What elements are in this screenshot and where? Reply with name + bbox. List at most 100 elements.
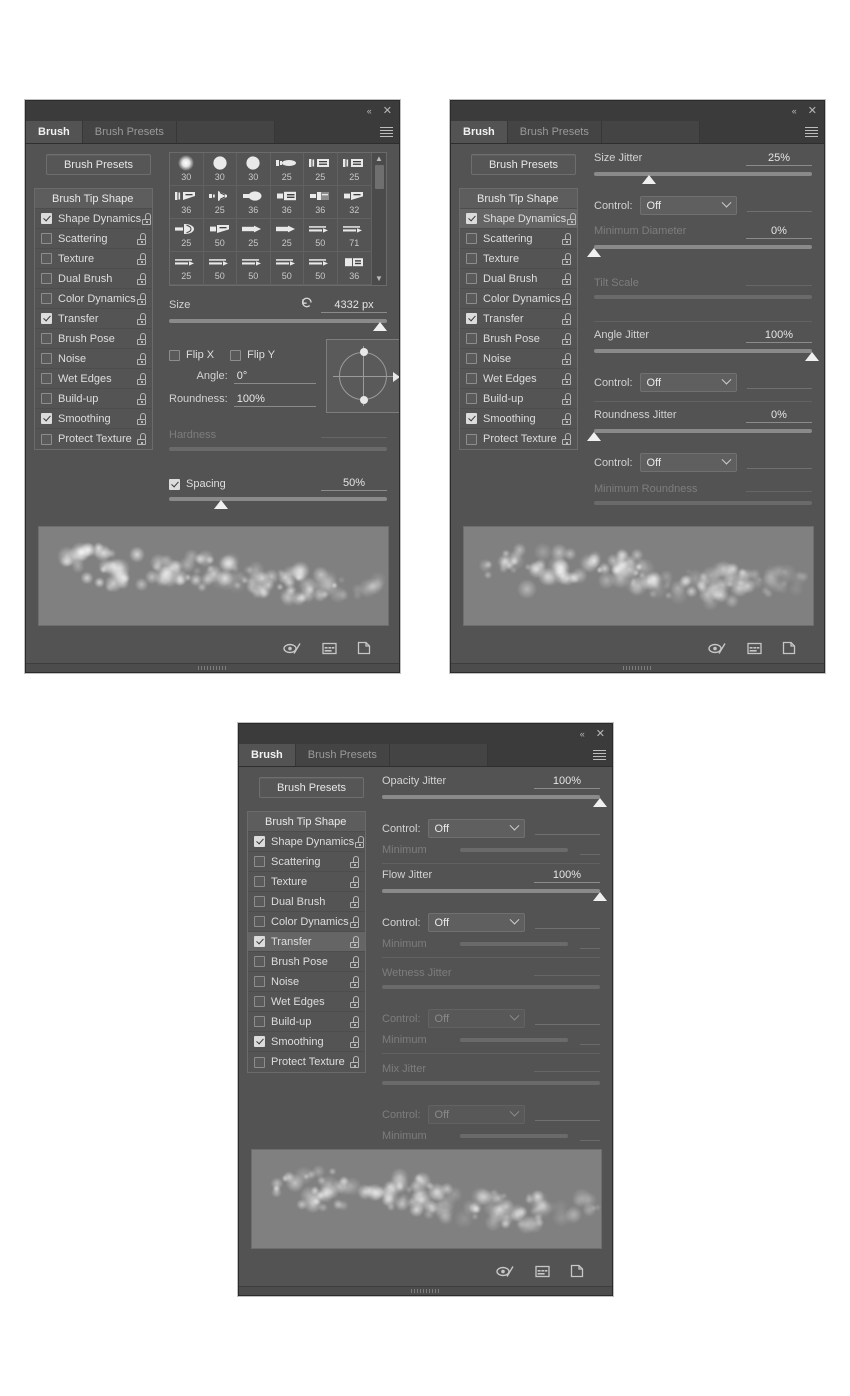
option-row[interactable]: Texture [35,249,152,269]
slider-thumb[interactable] [373,322,388,331]
checkbox[interactable] [254,956,265,967]
brush-tip-cell[interactable]: 36 [170,186,204,219]
checkbox[interactable] [41,353,52,364]
brush-tip-cell[interactable]: 25 [170,219,204,252]
option-row[interactable]: Smoothing [460,409,577,429]
lock-icon[interactable] [561,372,572,385]
lock-icon[interactable] [136,412,147,425]
tab-brush-presets[interactable]: Brush Presets [82,121,177,143]
brush-tip-cell[interactable]: 50 [203,252,237,285]
angle-jitter-slider[interactable] [594,348,819,365]
panel-menu-icon[interactable] [373,121,399,143]
flow-control-select[interactable]: Off [427,913,525,932]
option-brush-tip-shape[interactable]: Brush Tip Shape [248,812,365,832]
brush-tip-cell[interactable]: 50 [304,219,338,252]
size-jitter-control-select[interactable]: Off [639,196,737,215]
brush-presets-button[interactable]: Brush Presets [259,777,364,798]
option-row[interactable]: Scattering [248,852,365,872]
lock-icon[interactable] [349,895,360,908]
brush-tip-cell[interactable]: 36 [337,252,371,285]
checkbox[interactable] [254,936,265,947]
option-row[interactable]: Brush Pose [35,329,152,349]
size-jitter-slider[interactable] [594,171,812,188]
option-row[interactable]: Color Dynamics [248,912,365,932]
collapse-icon[interactable]: « [580,729,585,739]
tab-brush-presets[interactable]: Brush Presets [507,121,602,143]
opacity-jitter-value[interactable]: 100% [534,775,600,789]
roundness-jitter-control-select[interactable]: Off [639,453,737,472]
option-row[interactable]: Wet Edges [35,369,152,389]
panel-menu-icon[interactable] [798,121,824,143]
angle-jitter-value[interactable]: 100% [746,329,812,343]
lock-icon[interactable] [561,272,572,285]
lock-icon[interactable] [349,915,360,928]
spacing-slider[interactable] [169,496,387,513]
roundness-handle-bottom[interactable] [359,396,368,404]
lock-icon[interactable] [561,252,572,265]
checkbox[interactable] [41,293,52,304]
lock-icon[interactable] [349,875,360,888]
size-slider[interactable] [169,318,388,335]
slider-thumb[interactable] [593,892,607,901]
preset-manager-icon[interactable] [747,642,762,658]
brush-tip-cell[interactable]: 36 [304,186,338,219]
option-row[interactable]: Dual Brush [460,269,577,289]
lock-icon[interactable] [136,252,147,265]
checkbox[interactable] [41,313,52,324]
option-row[interactable]: Texture [248,872,365,892]
lock-icon[interactable] [349,1035,360,1048]
checkbox[interactable] [254,896,265,907]
option-row[interactable]: Shape Dynamics [248,832,365,852]
checkbox[interactable] [466,413,477,424]
lock-icon[interactable] [566,212,577,225]
spacing-checkbox[interactable]: Spacing [169,478,226,490]
opacity-control-select[interactable]: Off [427,819,525,838]
roundness-jitter-value[interactable]: 0% [746,409,812,423]
option-row[interactable]: Transfer [248,932,365,952]
checkbox[interactable] [466,313,477,324]
checkbox[interactable] [254,876,265,887]
tab-brush-presets[interactable]: Brush Presets [295,744,390,766]
brush-tip-cell[interactable]: 25 [203,186,237,219]
panel-menu-icon[interactable] [586,744,612,766]
new-brush-icon[interactable] [782,641,796,658]
checkbox[interactable] [41,253,52,264]
checkbox[interactable] [466,373,477,384]
lock-icon[interactable] [136,272,147,285]
close-icon[interactable]: ✕ [383,105,392,117]
flip-y-checkbox[interactable]: Flip Y [230,349,275,361]
option-row[interactable]: Noise [35,349,152,369]
resize-grip[interactable] [26,663,399,672]
size-value[interactable]: 4332 px [321,299,387,313]
slider-thumb[interactable] [214,500,229,509]
brush-tip-cell[interactable]: 30 [203,153,237,186]
checkbox[interactable] [466,253,477,264]
option-row[interactable]: Protect Texture [248,1052,365,1072]
lock-icon[interactable] [354,835,365,848]
lock-icon[interactable] [349,855,360,868]
opacity-jitter-slider[interactable] [382,794,607,811]
lock-icon[interactable] [349,1056,360,1068]
checkbox[interactable] [254,856,265,867]
lock-icon[interactable] [561,392,572,405]
lock-icon[interactable] [349,1015,360,1028]
lock-icon[interactable] [561,352,572,365]
option-row[interactable]: Wet Edges [460,369,577,389]
slider-thumb[interactable] [587,432,601,441]
checkbox[interactable] [41,333,52,344]
checkbox[interactable] [41,233,52,244]
slider-thumb[interactable] [641,175,656,184]
lock-icon[interactable] [561,232,572,245]
brush-tip-cell[interactable]: 25 [270,153,304,186]
minimum-diameter-value[interactable]: 0% [746,225,812,239]
scroll-up-icon[interactable]: ▲ [375,155,383,163]
brush-tip-cell[interactable]: 25 [270,219,304,252]
checkbox[interactable] [254,1016,265,1027]
checkbox[interactable] [466,433,477,445]
option-row[interactable]: Color Dynamics [460,289,577,309]
spacing-value[interactable]: 50% [321,477,387,491]
option-row[interactable]: Shape Dynamics [35,209,152,229]
option-row[interactable]: Smoothing [35,409,152,429]
brush-preview-toggle-icon[interactable] [495,1264,515,1282]
checkbox[interactable] [254,916,265,927]
